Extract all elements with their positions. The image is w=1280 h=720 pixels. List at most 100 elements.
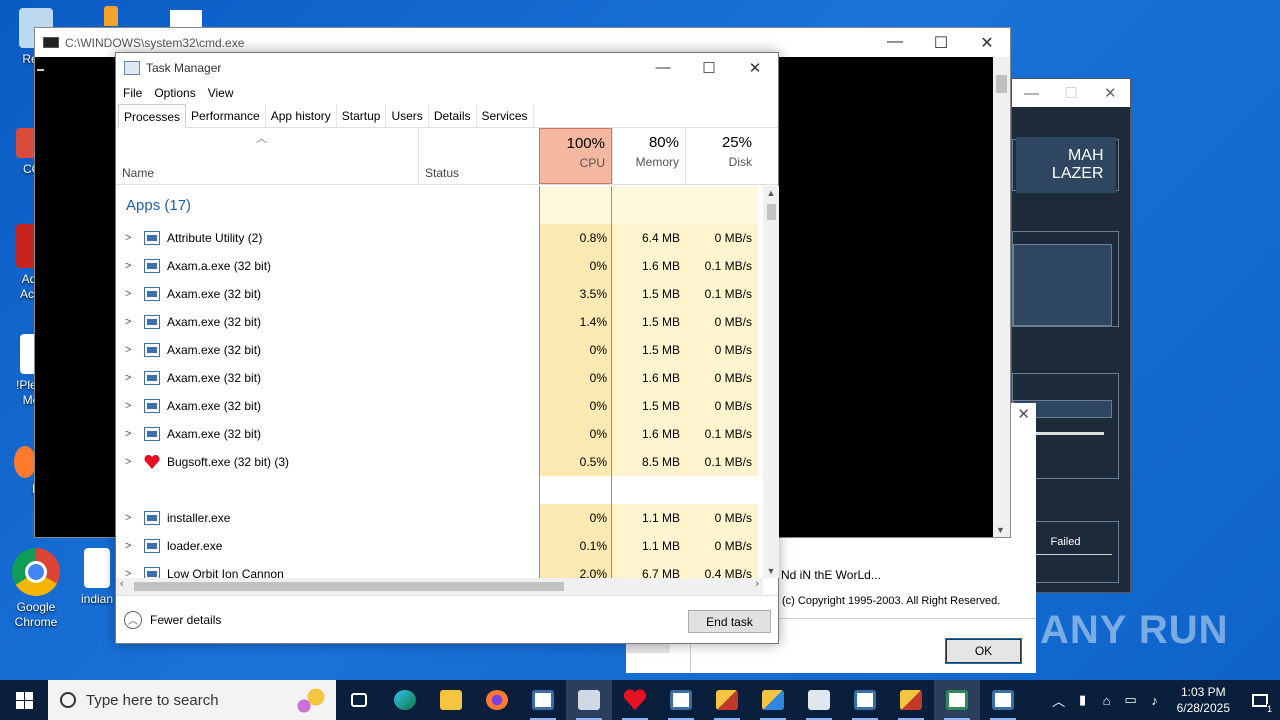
table-row[interactable]: > loader.exe 0.1% 1.1 MB 0 MB/s [116,532,763,560]
chevron-right-icon[interactable]: > [125,344,131,356]
column-disk[interactable]: 25% Disk [685,128,758,184]
scroll-up-icon[interactable]: ▲ [763,188,779,198]
table-row[interactable]: > Attribute Utility (2) 0.8% 6.4 MB 0 MB/s [116,224,763,252]
table-row[interactable]: > Axam.exe (32 bit) 1.4% 1.5 MB 0 MB/s [116,308,763,336]
app-window-taskbar-icon[interactable] [520,680,566,720]
notification-icon[interactable]: 1 [1240,680,1280,720]
chevron-up-icon[interactable]: ︿ [124,610,142,629]
chevron-right-icon[interactable]: > [125,288,131,300]
table-row[interactable]: > installer.exe 0% 1.1 MB 0 MB/s [116,504,763,532]
process-name: Bugsoft.exe (32 bit) (3) [167,455,290,469]
ok-button[interactable]: OK [945,638,1022,664]
column-cpu[interactable]: 100% CPU [539,128,612,184]
table-row[interactable]: > Bugsoft.exe (32 bit) (3) 0.5% 8.5 MB 0.1 M… [116,448,763,476]
network-taskbar-icon[interactable] [796,680,842,720]
scroll-down-icon[interactable]: ▼ [763,566,779,576]
tab-performance[interactable]: Performance [186,104,266,127]
table-row[interactable]: > Axam.exe (32 bit) 0% 1.5 MB 0 MB/s [116,392,763,420]
clock[interactable]: 1:03 PM 6/28/2025 [1167,684,1240,716]
chevron-right-icon[interactable]: > [125,260,131,272]
maximize-icon[interactable]: ☐ [686,59,732,77]
close-icon[interactable]: ✕ [1017,405,1030,423]
table-row[interactable]: > Axam.exe (32 bit) 0% 1.6 MB 0.1 MB/s [116,420,763,448]
disk-percent: 25% [721,134,752,151]
network-icon[interactable]: ⌂ [1095,693,1119,708]
lazer-button[interactable]: MAH LAZER [1015,137,1116,193]
scrollbar-thumb[interactable] [134,582,564,591]
menu-view[interactable]: View [208,86,234,100]
process-name: loader.exe [167,539,223,553]
chevron-right-icon[interactable]: > [125,400,131,412]
minimize-icon[interactable]: — [640,59,686,77]
tray-app-icon[interactable]: ▮ [1071,692,1095,708]
volume-icon[interactable]: ♪ [1143,693,1167,708]
tab-app-history[interactable]: App history [266,104,337,127]
start-button[interactable] [0,680,48,720]
tab-details[interactable]: Details [429,104,477,127]
file-explorer-icon[interactable] [428,680,474,720]
desktop-icon-top-extra[interactable] [104,6,118,26]
edge-icon[interactable] [382,680,428,720]
app-window-taskbar-icon-3[interactable] [842,680,888,720]
app-window-icon [144,567,160,578]
group-apps[interactable]: Apps (17) [116,186,763,224]
installer-taskbar-icon-2[interactable] [750,680,796,720]
chevron-right-icon[interactable]: > [125,512,131,524]
chevron-right-icon[interactable]: > [125,428,131,440]
installer-taskbar-icon[interactable] [704,680,750,720]
close-icon[interactable]: ✕ [964,33,1010,53]
column-status[interactable]: Status [418,128,538,184]
chevron-right-icon[interactable]: > [125,568,131,578]
minimize-icon[interactable]: — [1012,85,1051,102]
heart-icon [144,454,160,469]
desktop-icon-top-doc[interactable] [170,10,202,28]
column-memory[interactable]: 80% Memory [612,128,685,184]
task-manager-taskbar-icon[interactable] [566,680,612,720]
maximize-icon[interactable]: ☐ [1051,84,1090,102]
scrollbar-thumb[interactable] [996,75,1007,93]
close-icon[interactable]: ✕ [732,59,778,77]
heart-taskbar-icon[interactable] [612,680,658,720]
horizontal-scrollbar[interactable]: ‹ › [116,578,763,595]
installer-taskbar-icon-3[interactable] [888,680,934,720]
chevron-right-icon[interactable]: > [125,232,131,244]
scrollbar-thumb[interactable] [767,204,776,220]
menu-options[interactable]: Options [154,86,195,100]
task-view-icon[interactable] [336,680,382,720]
app-window-taskbar-icon-2[interactable] [658,680,704,720]
cmd-taskbar-icon[interactable] [934,680,980,720]
chevron-right-icon[interactable]: > [125,456,131,468]
process-name: installer.exe [167,511,231,525]
app-window-taskbar-icon-4[interactable] [980,680,1026,720]
firefox-taskbar-icon[interactable] [474,680,520,720]
chevron-right-icon[interactable]: > [125,316,131,328]
end-task-button[interactable]: End task [688,610,771,633]
table-row[interactable]: > Axam.a.exe (32 bit) 0% 1.6 MB 0.1 MB/s [116,252,763,280]
table-row[interactable]: > Axam.exe (32 bit) 0% 1.6 MB 0 MB/s [116,364,763,392]
scroll-right-icon[interactable]: › [755,578,759,590]
vertical-scrollbar[interactable]: ▲ ▼ [763,186,779,578]
table-row[interactable]: > Axam.exe (32 bit) 0% 1.5 MB 0 MB/s [116,336,763,364]
maximize-icon[interactable]: ☐ [918,33,964,53]
tab-startup[interactable]: Startup [337,104,387,127]
desktop-icon-google-chrome[interactable]: Google Chrome [0,548,72,630]
scroll-left-icon[interactable]: ‹ [120,578,124,590]
lazer-panel [1012,231,1119,327]
menu-file[interactable]: File [123,86,142,100]
minimize-icon[interactable]: — [872,33,918,53]
cmd-scrollbar[interactable]: ▼ [993,57,1010,537]
tab-services[interactable]: Services [477,104,534,127]
tab-processes[interactable]: Processes [118,104,187,128]
chevron-up-icon[interactable]: ︿ [1047,691,1071,710]
table-row[interactable]: > Axam.exe (32 bit) 3.5% 1.5 MB 0.1 MB/s [116,280,763,308]
tab-users[interactable]: Users [386,104,429,127]
chevron-right-icon[interactable]: > [125,372,131,384]
close-icon[interactable]: ✕ [1091,84,1130,102]
scroll-down-icon[interactable]: ▼ [996,525,1005,535]
column-name[interactable]: Name [122,166,154,180]
table-row[interactable]: > Low Orbit Ion Cannon 2.0% 6.7 MB 0.4 MB/s [116,560,763,578]
chevron-right-icon[interactable]: > [125,540,131,552]
ethernet-icon[interactable]: ▭ [1119,692,1143,708]
fewer-details-link[interactable]: Fewer details [150,613,221,627]
taskbar-search-box[interactable]: Type here to search [48,680,336,720]
